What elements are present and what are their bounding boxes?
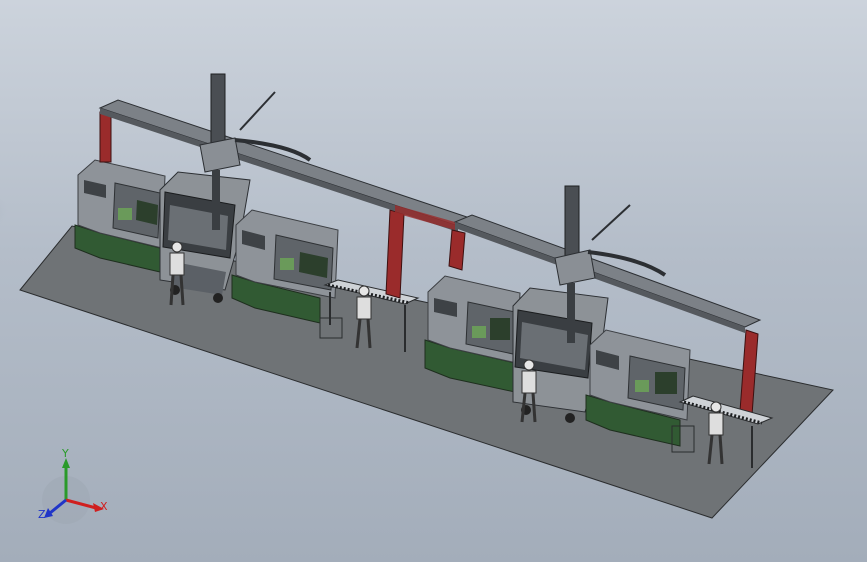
- robot-arm-2[interactable]: [554, 185, 667, 343]
- gantry-post-2a[interactable]: [448, 229, 466, 271]
- y-axis-label: Y: [61, 447, 69, 460]
- cad-viewport[interactable]: Y X Z: [0, 0, 867, 562]
- gantry-post-1a[interactable]: [99, 111, 112, 163]
- x-axis-label: X: [100, 500, 108, 513]
- coordinate-triad[interactable]: Y X Z: [38, 447, 108, 524]
- z-axis-label: Z: [38, 508, 46, 521]
- floor-plate[interactable]: [19, 225, 834, 519]
- gantry-post-1b[interactable]: [385, 209, 405, 299]
- assembly-scene[interactable]: Y X Z: [0, 0, 867, 562]
